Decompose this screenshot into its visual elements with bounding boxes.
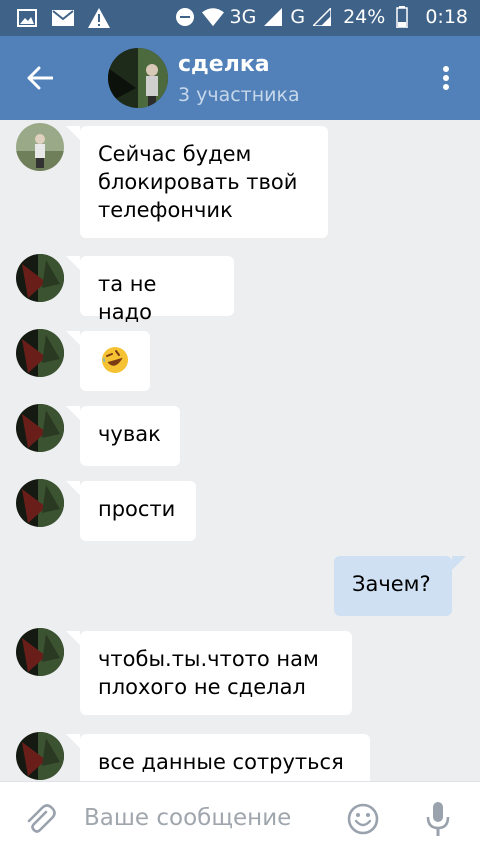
message-text: все данные сотруться xyxy=(98,750,344,774)
chat-header: сделка 3 участника xyxy=(0,36,480,120)
mail-icon xyxy=(52,7,74,29)
signal-icon-2 xyxy=(311,6,333,28)
message-text: чувак xyxy=(98,422,161,446)
more-vert-icon xyxy=(443,66,449,90)
battery-icon xyxy=(391,6,413,28)
back-arrow-icon xyxy=(27,66,53,90)
sender-avatar[interactable] xyxy=(16,404,64,452)
message-bubble[interactable]: 🤣 xyxy=(66,331,150,391)
gallery-icon xyxy=(16,7,38,29)
message-bubble[interactable]: Сейчас будем блокировать твой телефончик xyxy=(66,126,328,238)
sender-avatar[interactable] xyxy=(16,732,64,780)
message-list[interactable]: Сейчас будем блокировать твой телефончик… xyxy=(0,120,480,781)
message-bubble[interactable]: чувак xyxy=(66,406,180,466)
status-bar-notifications xyxy=(16,7,110,29)
warning-icon xyxy=(88,7,110,29)
sender-avatar[interactable] xyxy=(16,329,64,377)
message-bubble-outgoing[interactable]: Зачем? xyxy=(334,556,466,616)
sender-avatar[interactable] xyxy=(16,479,64,527)
message-text: Зачем? xyxy=(352,572,431,596)
more-options-button[interactable] xyxy=(426,58,466,98)
chat-members-count[interactable]: 3 участника xyxy=(178,84,300,106)
emoji-button[interactable] xyxy=(346,802,380,836)
message-bubble[interactable]: все данные сотруться xyxy=(66,734,370,781)
sender-avatar[interactable] xyxy=(16,254,64,302)
message-composer xyxy=(0,781,480,854)
message-text: Сейчас будем блокировать твой телефончик xyxy=(98,142,298,222)
microphone-icon xyxy=(426,802,450,836)
battery-percent: 24% xyxy=(343,6,386,28)
message-text: та не надо xyxy=(98,272,157,324)
network-type-3g: 3G xyxy=(229,6,257,28)
status-bar: 3G G 24% 0:18 xyxy=(0,0,480,36)
back-button[interactable] xyxy=(16,58,64,98)
message-text: прости xyxy=(98,497,176,521)
chat-title[interactable]: сделка xyxy=(178,52,270,77)
smiley-icon xyxy=(347,803,379,835)
message-text: чтобы.ты.чтото нам плохого не сделал xyxy=(98,647,319,699)
wifi-icon xyxy=(201,6,224,28)
status-bar-system: 3G G 24% 0:18 xyxy=(174,6,468,28)
message-bubble[interactable]: та не надо xyxy=(66,256,234,324)
voice-message-button[interactable] xyxy=(422,800,454,838)
sender-avatar[interactable] xyxy=(16,123,64,171)
emoji-rofl xyxy=(100,345,130,375)
message-bubble[interactable]: чтобы.ты.чтото нам плохого не сделал xyxy=(66,631,352,715)
clock: 0:18 xyxy=(425,6,468,28)
paperclip-icon xyxy=(27,804,56,833)
do-not-disturb-icon xyxy=(174,6,196,28)
sender-avatar[interactable] xyxy=(16,628,64,676)
attach-button[interactable] xyxy=(22,802,58,838)
network-type-g: G xyxy=(290,6,306,28)
chat-avatar[interactable] xyxy=(108,48,168,108)
message-input[interactable] xyxy=(84,798,334,838)
message-bubble[interactable]: прости xyxy=(66,481,196,541)
signal-icon xyxy=(262,6,284,28)
